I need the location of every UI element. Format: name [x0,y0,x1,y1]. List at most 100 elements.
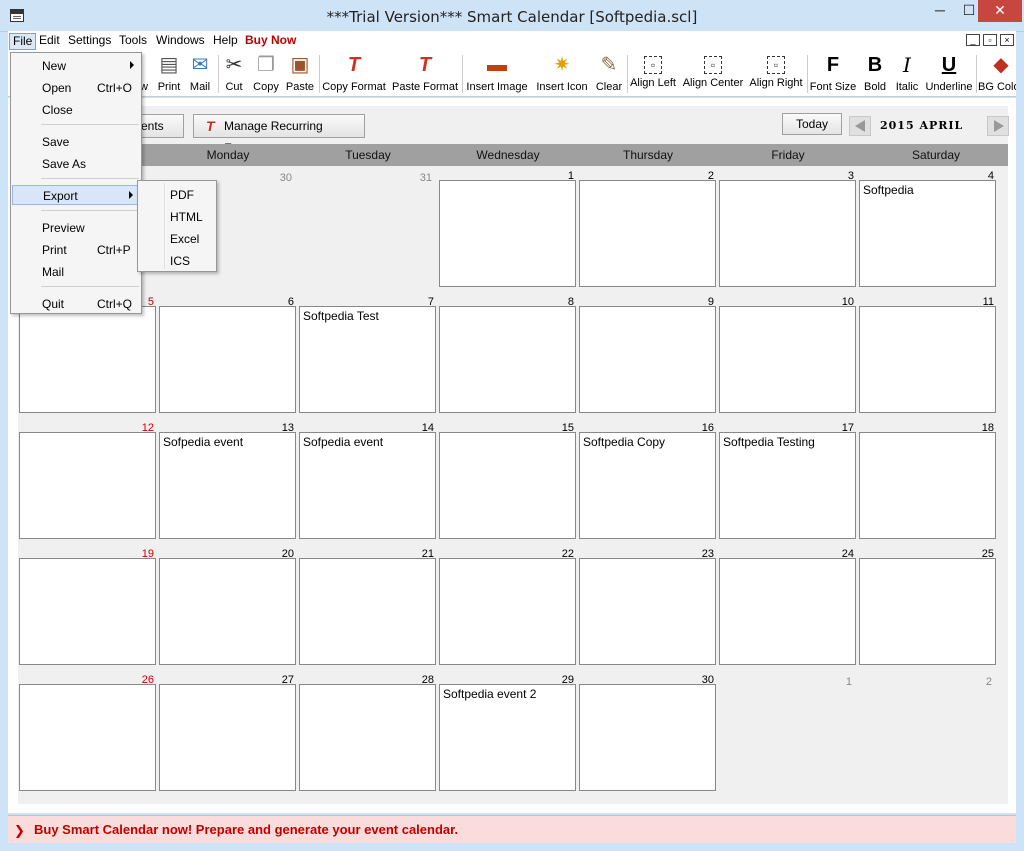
day-cell[interactable]: 4 Softpedia [858,168,998,294]
file-menu-preview[interactable]: Preview [12,218,140,238]
menu-file[interactable]: File [9,33,37,50]
manage-recurring-events-button[interactable]: T Manage Recurring Events [193,114,365,155]
menu-windows[interactable]: Windows [153,33,208,50]
menu-settings[interactable]: Settings [65,33,114,50]
day-event-box[interactable] [159,684,296,791]
day-cell[interactable]: 17 Softpedia Testing [718,420,858,546]
day-event-box[interactable] [19,432,156,539]
day-cell[interactable]: 18 [858,420,998,546]
mdi-restore-button[interactable]: ▫ [983,34,997,46]
day-event-box[interactable] [439,306,576,413]
day-event-box[interactable] [19,558,156,665]
day-event-box[interactable]: Softpedia Copy [579,432,716,539]
day-cell[interactable]: 2 [578,168,718,294]
export-ics[interactable]: ICS [170,254,190,268]
day-cell[interactable]: 22 [438,546,578,672]
export-excel[interactable]: Excel [170,232,199,246]
day-cell[interactable]: 31 [298,168,438,294]
export-pdf[interactable]: PDF [170,188,194,202]
paste-button[interactable]: ▣ Paste [284,51,316,96]
day-cell[interactable]: 1 [718,672,858,798]
day-event-box[interactable] [719,306,856,413]
insert-image-button[interactable]: ▬ Insert Image [464,51,530,96]
file-menu-new[interactable]: New [12,56,140,76]
day-cell[interactable]: 14 Sofpedia event [298,420,438,546]
mdi-close-button[interactable]: × [1000,34,1014,46]
file-menu-export[interactable]: Export [12,185,140,205]
day-event-box[interactable] [299,558,436,665]
day-event-box[interactable] [159,558,296,665]
file-menu-print[interactable]: Print Ctrl+P [12,240,140,260]
day-cell[interactable]: 11 [858,294,998,420]
bold-button[interactable]: B Bold [860,51,890,96]
today-button[interactable]: Today [782,113,842,135]
copy-button[interactable]: ❐ Copy [250,51,282,96]
day-event-box[interactable]: Softpedia Testing [719,432,856,539]
day-cell[interactable]: 20 [158,546,298,672]
day-event-box[interactable]: Softpedia [859,180,996,287]
close-window-button[interactable]: ✕ [978,0,1022,22]
day-cell[interactable]: 19 [18,546,158,672]
file-menu-quit[interactable]: Quit Ctrl+Q [12,294,140,314]
menu-help[interactable]: Help [210,33,241,50]
status-message[interactable]: Buy Smart Calendar now! Prepare and gene… [34,822,458,837]
day-cell[interactable]: 1 [438,168,578,294]
day-event-box[interactable] [159,306,296,413]
day-cell[interactable]: 26 [18,672,158,798]
day-cell[interactable]: 3 [718,168,858,294]
day-cell[interactable]: 13 Sofpedia event [158,420,298,546]
day-cell[interactable]: 30 [578,672,718,798]
day-event-box[interactable] [439,558,576,665]
day-cell[interactable]: 12 [18,420,158,546]
day-event-box[interactable] [579,558,716,665]
day-event-box[interactable]: Softpedia Test [299,306,436,413]
day-cell[interactable]: 28 [298,672,438,798]
file-menu-open[interactable]: Open Ctrl+O [12,78,140,98]
day-event-box[interactable] [859,432,996,539]
copy-format-button[interactable]: T Copy Format [321,51,387,96]
day-event-box[interactable] [859,558,996,665]
prev-month-button[interactable] [849,116,871,136]
align-center-button[interactable]: ▫ Align Center [682,51,744,96]
day-event-box[interactable] [719,558,856,665]
mdi-minimize-button[interactable]: _ [966,34,980,46]
italic-button[interactable]: I Italic [892,51,922,96]
day-event-box[interactable] [719,180,856,287]
minimize-button[interactable]: ─ [926,0,954,22]
day-cell[interactable]: 29 Softpedia event 2 [438,672,578,798]
day-event-box[interactable] [299,684,436,791]
print-button[interactable]: ▤ Print [154,51,184,96]
day-cell[interactable]: 25 [858,546,998,672]
insert-icon-button[interactable]: ✷ Insert Icon [532,51,592,96]
day-cell[interactable]: 27 [158,672,298,798]
file-menu-save-as[interactable]: Save As [12,154,140,174]
menu-buy-now[interactable]: Buy Now [242,33,299,50]
day-cell[interactable]: 15 [438,420,578,546]
paste-format-button[interactable]: T Paste Format [390,51,460,96]
day-event-box[interactable] [579,684,716,791]
next-month-button[interactable] [987,116,1009,136]
cut-button[interactable]: ✂ Cut [221,51,247,96]
bg-color-button[interactable]: ◆ BG Colo [978,51,1016,96]
align-right-button[interactable]: ▫ Align Right [748,51,804,96]
day-event-box[interactable]: Sofpedia event [159,432,296,539]
day-event-box[interactable] [19,306,156,413]
day-event-box[interactable] [579,306,716,413]
day-cell[interactable]: 21 [298,546,438,672]
day-event-box[interactable] [579,180,716,287]
file-menu-save[interactable]: Save [12,132,140,152]
day-event-box[interactable]: Sofpedia event [299,432,436,539]
day-cell[interactable]: 24 [718,546,858,672]
mail-button[interactable]: ✉ Mail [186,51,214,96]
file-menu-mail[interactable]: Mail [12,262,140,282]
clear-button[interactable]: ✎ Clear [594,51,624,96]
file-menu-close[interactable]: Close [12,100,140,120]
day-event-box[interactable] [439,180,576,287]
export-html[interactable]: HTML [170,210,203,224]
day-cell[interactable]: 8 [438,294,578,420]
day-event-box[interactable] [19,684,156,791]
day-cell[interactable]: 10 [718,294,858,420]
day-event-box[interactable]: Softpedia event 2 [439,684,576,791]
menu-tools[interactable]: Tools [116,33,150,50]
underline-button[interactable]: U Underline [924,51,974,96]
